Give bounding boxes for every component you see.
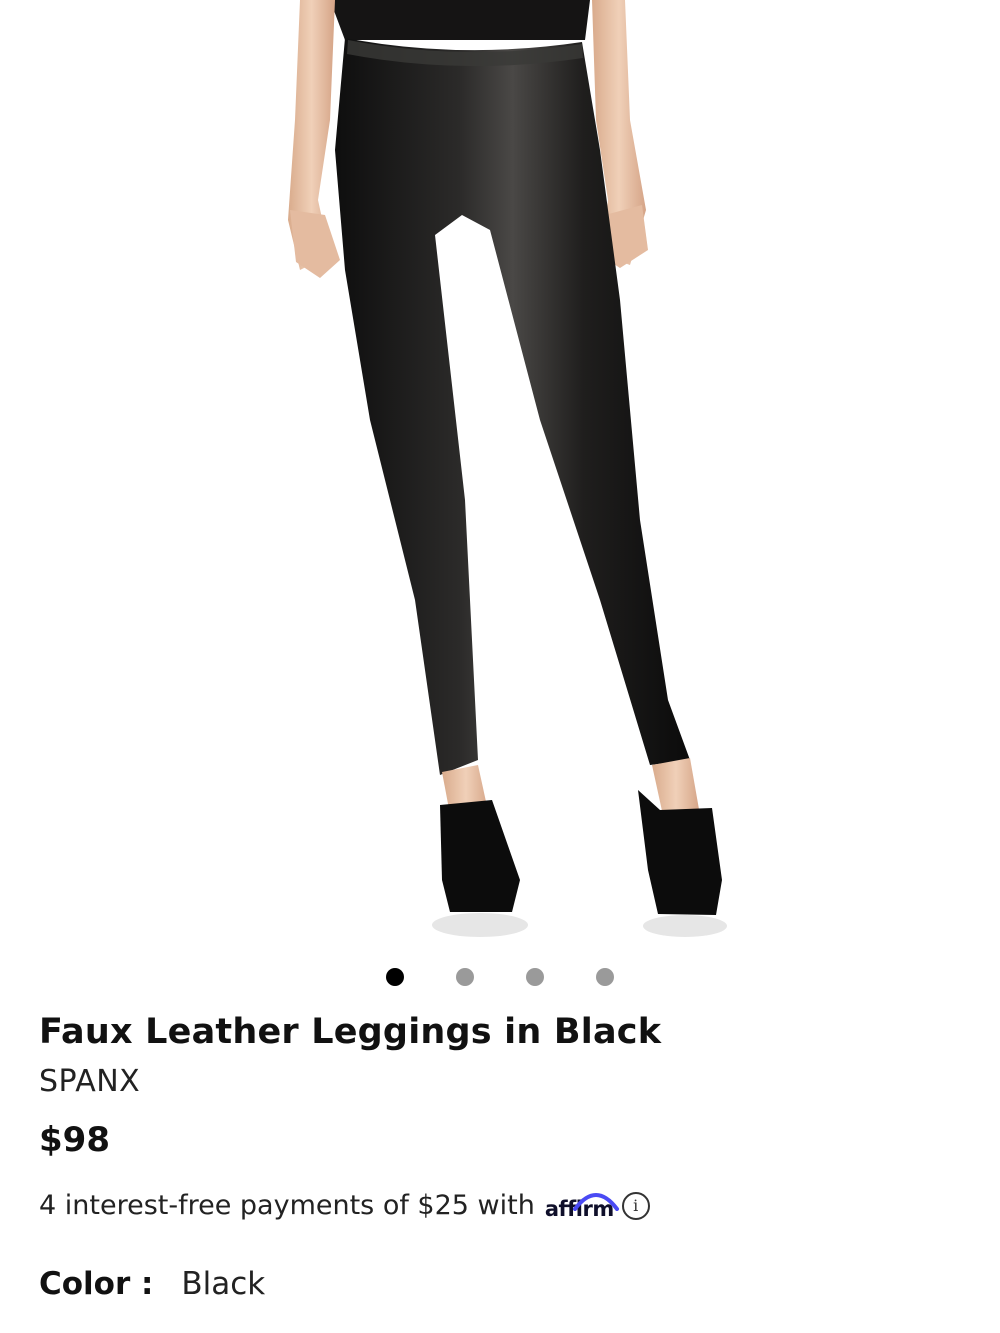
affirm-logo[interactable]: affirm xyxy=(545,1191,619,1221)
product-photo xyxy=(288,0,727,937)
affirm-arc-icon xyxy=(572,1192,619,1211)
affirm-installments: 4 interest-free payments of $25 with aff… xyxy=(39,1190,650,1221)
image-carousel-pager xyxy=(0,962,1000,992)
installments-text: 4 interest-free payments of $25 with xyxy=(39,1190,535,1221)
product-title: Faux Leather Leggings in Black xyxy=(39,1012,662,1052)
product-image[interactable] xyxy=(0,0,1000,945)
color-value: Black xyxy=(181,1266,266,1302)
carousel-dot-3[interactable] xyxy=(526,968,544,986)
color-selector: Color : Black xyxy=(39,1266,265,1302)
product-price: $98 xyxy=(39,1120,110,1160)
carousel-dot-4[interactable] xyxy=(596,968,614,986)
info-circle-icon[interactable]: i xyxy=(621,1191,650,1220)
color-label: Color : xyxy=(39,1266,154,1302)
carousel-dot-2[interactable] xyxy=(456,968,474,986)
carousel-dot-1[interactable] xyxy=(386,968,404,986)
product-brand[interactable]: SPANX xyxy=(39,1064,140,1099)
